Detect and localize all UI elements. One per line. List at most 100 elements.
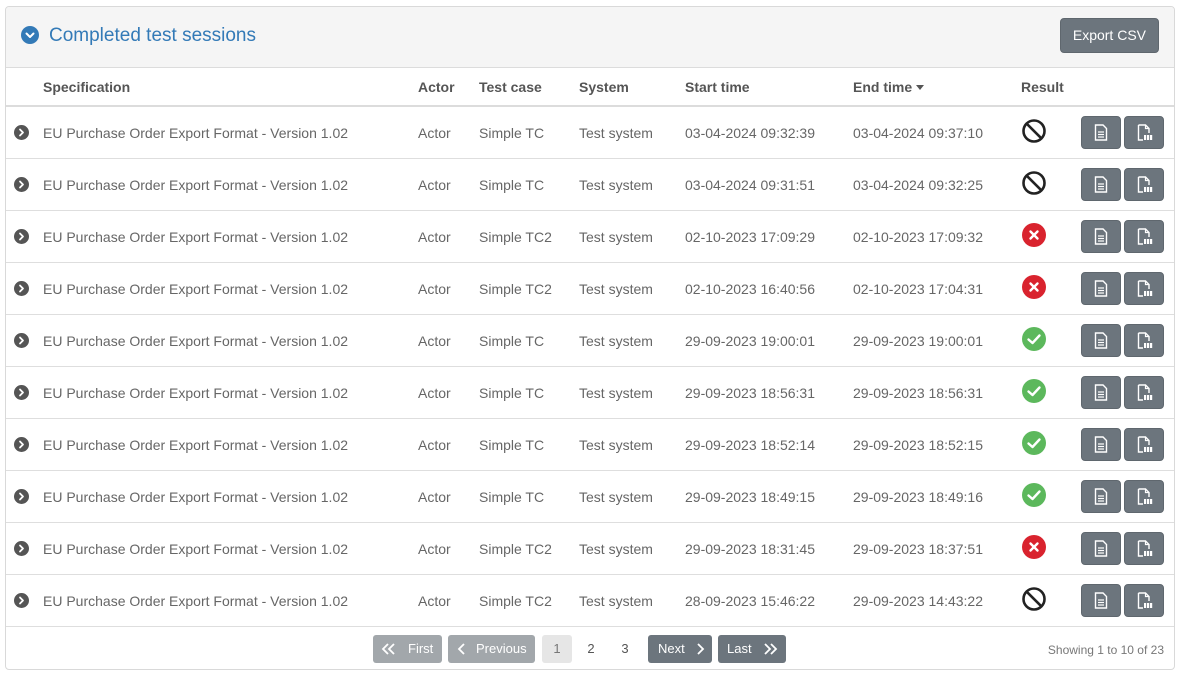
expand-cell[interactable] (6, 522, 43, 575)
download-pdf-button[interactable] (1124, 116, 1164, 149)
cell-system: Test system (579, 418, 685, 471)
check-circle-icon (1022, 379, 1046, 403)
page-1-button[interactable]: 1 (542, 635, 572, 663)
column-header-end-time[interactable]: End time (853, 68, 1021, 107)
cell-system: Test system (579, 158, 685, 211)
table-row[interactable]: EU Purchase Order Export Format - Versio… (6, 470, 1174, 523)
panel-header[interactable]: Completed test sessions Export CSV (6, 7, 1174, 68)
chevron-right-circle-icon[interactable] (14, 489, 29, 504)
cell-specification: EU Purchase Order Export Format - Versio… (43, 210, 418, 263)
view-report-button[interactable] (1081, 376, 1121, 409)
column-header-result: Result (1021, 68, 1081, 107)
table-row[interactable]: EU Purchase Order Export Format - Versio… (6, 366, 1174, 419)
expand-column-header (6, 68, 43, 107)
download-pdf-button[interactable] (1124, 272, 1164, 305)
expand-cell[interactable] (6, 262, 43, 315)
file-pdf-icon (1137, 488, 1153, 505)
file-text-icon (1094, 488, 1108, 505)
export-csv-button[interactable]: Export CSV (1059, 18, 1159, 53)
chevron-right-circle-icon[interactable] (14, 541, 29, 556)
chevron-right-circle-icon[interactable] (14, 229, 29, 244)
view-report-button[interactable] (1081, 324, 1121, 357)
last-page-button[interactable]: Last (718, 635, 786, 663)
table-row[interactable]: EU Purchase Order Export Format - Versio… (6, 210, 1174, 263)
chevron-right-icon (697, 643, 705, 655)
view-report-button[interactable] (1081, 220, 1121, 253)
download-pdf-button[interactable] (1124, 428, 1164, 461)
cell-end-time: 29-09-2023 18:56:31 (853, 366, 1021, 419)
chevron-left-icon (457, 643, 465, 655)
column-header-test-case[interactable]: Test case (479, 68, 579, 107)
download-pdf-button[interactable] (1124, 532, 1164, 565)
table-row[interactable]: EU Purchase Order Export Format - Versio… (6, 158, 1174, 211)
chevron-right-circle-icon[interactable] (14, 177, 29, 192)
last-page-label: Last (727, 641, 752, 656)
table-row[interactable]: EU Purchase Order Export Format - Versio… (6, 106, 1174, 159)
cell-specification: EU Purchase Order Export Format - Versio… (43, 366, 418, 419)
table-row[interactable]: EU Purchase Order Export Format - Versio… (6, 418, 1174, 471)
download-pdf-button[interactable] (1124, 376, 1164, 409)
column-header-specification[interactable]: Specification (43, 68, 418, 107)
view-report-button[interactable] (1081, 168, 1121, 201)
cell-start-time: 02-10-2023 16:40:56 (685, 262, 853, 315)
download-pdf-button[interactable] (1124, 220, 1164, 253)
chevron-right-circle-icon[interactable] (14, 281, 29, 296)
cell-result (1021, 262, 1081, 315)
chevron-right-circle-icon[interactable] (14, 125, 29, 140)
view-report-button[interactable] (1081, 116, 1121, 149)
next-page-button[interactable]: Next (648, 635, 712, 663)
cell-actor: Actor (418, 210, 479, 263)
view-report-button[interactable] (1081, 480, 1121, 513)
chevron-down-circle-icon[interactable] (21, 26, 39, 44)
cell-test-case: Simple TC (479, 470, 579, 523)
previous-page-button[interactable]: Previous (448, 635, 535, 663)
download-pdf-button[interactable] (1124, 584, 1164, 617)
table-row[interactable]: EU Purchase Order Export Format - Versio… (6, 262, 1174, 315)
table-row[interactable]: EU Purchase Order Export Format - Versio… (6, 574, 1174, 627)
cell-actions (1081, 262, 1174, 315)
page-2-button[interactable]: 2 (576, 635, 606, 663)
column-header-system[interactable]: System (579, 68, 685, 107)
view-report-button[interactable] (1081, 428, 1121, 461)
expand-cell[interactable] (6, 470, 43, 523)
view-report-button[interactable] (1081, 584, 1121, 617)
expand-cell[interactable] (6, 210, 43, 263)
page-3-button[interactable]: 3 (610, 635, 640, 663)
cell-specification: EU Purchase Order Export Format - Versio… (43, 470, 418, 523)
table-row[interactable]: EU Purchase Order Export Format - Versio… (6, 314, 1174, 367)
expand-cell[interactable] (6, 418, 43, 471)
chevron-right-circle-icon[interactable] (14, 593, 29, 608)
expand-cell[interactable] (6, 158, 43, 211)
cell-start-time: 03-04-2024 09:32:39 (685, 106, 853, 159)
column-header-start-time[interactable]: Start time (685, 68, 853, 107)
chevron-right-circle-icon[interactable] (14, 333, 29, 348)
view-report-button[interactable] (1081, 532, 1121, 565)
cell-actions (1081, 210, 1174, 263)
cell-end-time: 02-10-2023 17:04:31 (853, 262, 1021, 315)
cell-system: Test system (579, 262, 685, 315)
view-report-button[interactable] (1081, 272, 1121, 305)
cell-actor: Actor (418, 470, 479, 523)
download-pdf-button[interactable] (1124, 168, 1164, 201)
cell-end-time: 29-09-2023 18:37:51 (853, 522, 1021, 575)
cell-system: Test system (579, 366, 685, 419)
expand-cell[interactable] (6, 314, 43, 367)
cell-end-time: 03-04-2024 09:32:25 (853, 158, 1021, 211)
chevron-right-circle-icon[interactable] (14, 437, 29, 452)
table-row[interactable]: EU Purchase Order Export Format - Versio… (6, 522, 1174, 575)
chevron-right-circle-icon[interactable] (14, 385, 29, 400)
expand-cell[interactable] (6, 574, 43, 627)
first-page-button[interactable]: First (373, 635, 442, 663)
download-pdf-button[interactable] (1124, 480, 1164, 513)
expand-cell[interactable] (6, 366, 43, 419)
cell-test-case: Simple TC (479, 106, 579, 159)
cell-end-time: 29-09-2023 18:52:15 (853, 418, 1021, 471)
file-pdf-icon (1137, 124, 1153, 141)
column-header-actor[interactable]: Actor (418, 68, 479, 107)
cell-result (1021, 574, 1081, 627)
download-pdf-button[interactable] (1124, 324, 1164, 357)
cell-actor: Actor (418, 314, 479, 367)
expand-cell[interactable] (6, 106, 43, 159)
file-text-icon (1094, 124, 1108, 141)
file-text-icon (1094, 384, 1108, 401)
